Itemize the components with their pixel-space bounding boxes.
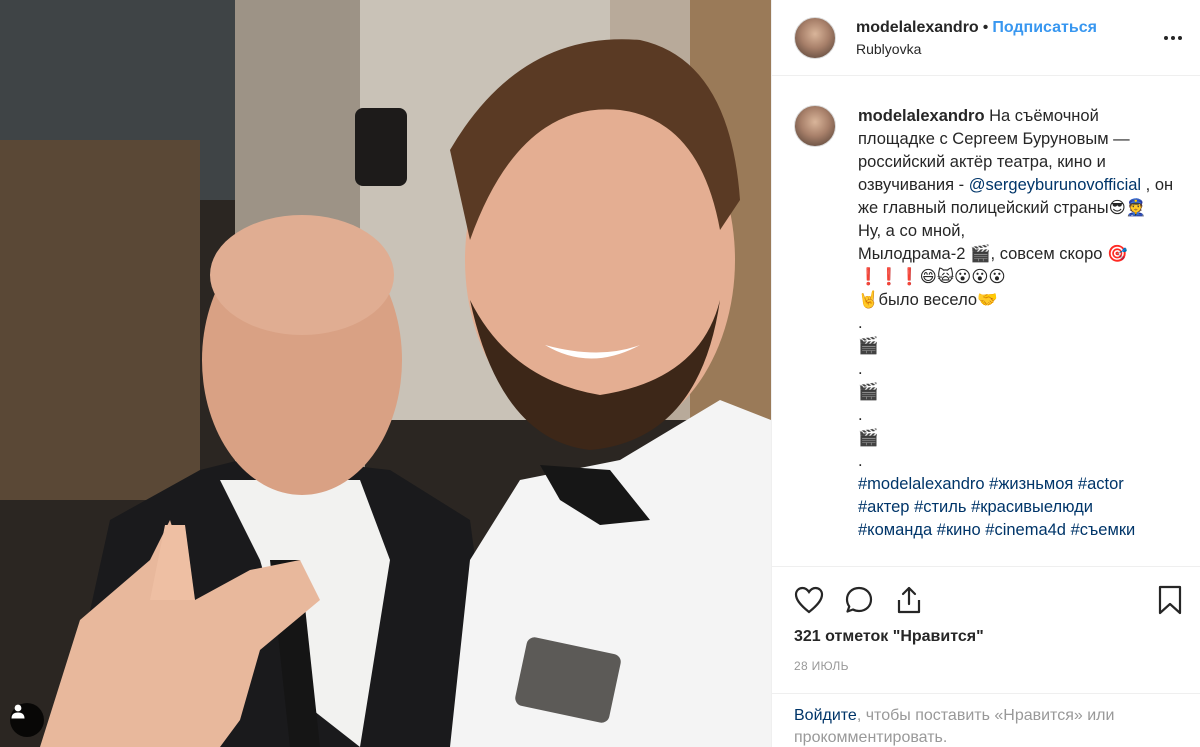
header-line: modelalexandro • Подписаться (856, 18, 1161, 38)
likes-count[interactable]: 321 отметок "Нравится" (794, 628, 984, 646)
avatar[interactable] (794, 16, 836, 59)
photo-illustration (0, 0, 771, 747)
post-modal: modelalexandro • Подписаться Rublyovka mod… (0, 0, 1200, 747)
post-sidebar: modelalexandro • Подписаться Rublyovka mod… (771, 0, 1200, 747)
caption-username[interactable]: modelalexandro (858, 107, 985, 125)
bookmark-icon[interactable] (1153, 583, 1187, 617)
caption-text: modelalexandro На съёмочной площадке с С… (858, 105, 1178, 542)
caption-row: modelalexandro На съёмочной площадке с С… (794, 105, 1181, 542)
username-link[interactable]: modelalexandro (856, 19, 979, 36)
post-photo[interactable] (0, 0, 771, 747)
location-link[interactable]: Rublyovka (856, 41, 1161, 57)
hashtags-line-3[interactable]: #команда #кино #cinema4d #съемки (858, 521, 1135, 539)
header-text: modelalexandro • Подписаться Rublyovka (856, 18, 1161, 57)
hashtags-line-1[interactable]: #modelalexandro #жизньмоя #actor (858, 475, 1124, 493)
share-icon[interactable] (892, 583, 926, 617)
login-link[interactable]: Войдите (794, 707, 857, 724)
caption-avatar[interactable] (794, 105, 836, 147)
tagged-users-button[interactable] (10, 703, 44, 737)
action-icons (792, 583, 926, 617)
comments-area: modelalexandro На съёмочной площадке с С… (772, 77, 1200, 565)
separator-dot: • (982, 19, 989, 36)
follow-button[interactable]: Подписаться (992, 19, 1097, 36)
caption-body-2: , он же главный полицейский страны😎👮 Ну,… (858, 176, 1174, 470)
login-prompt: Войдите, чтобы поставить «Нравится» или … (772, 693, 1200, 747)
hashtags-line-2[interactable]: #актер #стиль #красивыелюди (858, 498, 1093, 516)
post-header: modelalexandro • Подписаться Rublyovka (772, 0, 1200, 76)
person-icon (11, 704, 25, 719)
mention-link[interactable]: @sergeyburunovofficial (969, 176, 1141, 194)
comment-icon[interactable] (842, 583, 876, 617)
heart-icon[interactable] (792, 583, 826, 617)
more-options-icon[interactable] (1161, 26, 1185, 50)
actions-section: 321 отметок "Нравится" 28 ИЮЛЬ Войдите, … (772, 566, 1200, 746)
ellipsis-icon (1164, 35, 1182, 40)
post-date[interactable]: 28 ИЮЛЬ (794, 659, 849, 673)
